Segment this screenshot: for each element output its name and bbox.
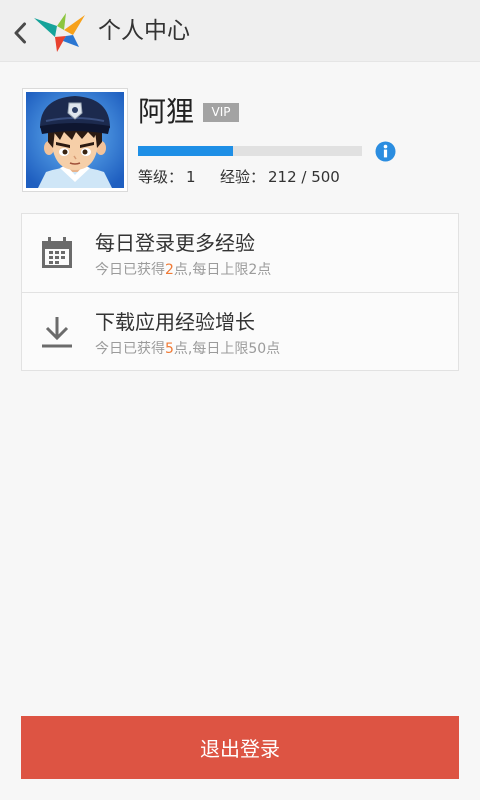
exp-progress-bar	[138, 146, 362, 156]
level-value: 1	[186, 168, 196, 186]
app-logo-icon	[33, 10, 87, 54]
task-row-daily-login[interactable]: 每日登录更多经验 今日已获得2点,每日上限2点	[22, 214, 458, 292]
exp-task-list: 每日登录更多经验 今日已获得2点,每日上限2点 下载应用经验增长 今日已获得5点…	[21, 213, 459, 371]
task-desc: 今日已获得5点,每日上限50点	[95, 340, 280, 358]
action-bar: 个人中心	[0, 0, 480, 62]
calendar-icon	[41, 237, 73, 269]
chevron-left-icon	[13, 22, 27, 44]
avatar[interactable]	[22, 88, 128, 192]
exp-value: 212 / 500	[268, 168, 340, 186]
back-button[interactable]	[6, 6, 90, 56]
logout-button[interactable]: 退出登录	[21, 716, 459, 779]
download-icon	[41, 316, 73, 348]
task-desc-prefix: 今日已获得	[95, 262, 165, 278]
info-icon[interactable]	[375, 141, 396, 162]
level-label: 等级：	[138, 168, 184, 186]
task-row-download-apps[interactable]: 下载应用经验增长 今日已获得5点,每日上限50点	[22, 293, 458, 370]
user-name: 阿狸	[138, 95, 195, 128]
exp-progress-fill	[138, 146, 233, 156]
personal-center-screen: 个人中心 阿狸 VIP 等级： 1 经验： 212 / 500 每日登录更多经验…	[0, 0, 480, 800]
task-gained-points: 5	[165, 341, 174, 357]
task-desc-suffix: 点,每日上限50点	[173, 341, 281, 357]
task-title: 每日登录更多经验	[95, 231, 255, 255]
task-desc: 今日已获得2点,每日上限2点	[95, 261, 271, 279]
page-title: 个人中心	[98, 18, 190, 44]
task-gained-points: 2	[165, 262, 174, 278]
avatar-image	[26, 92, 124, 188]
task-desc-prefix: 今日已获得	[95, 341, 165, 357]
task-title: 下载应用经验增长	[95, 310, 255, 334]
task-desc-suffix: 点,每日上限2点	[173, 262, 272, 278]
vip-badge: VIP	[203, 103, 239, 122]
exp-label: 经验：	[220, 168, 266, 186]
